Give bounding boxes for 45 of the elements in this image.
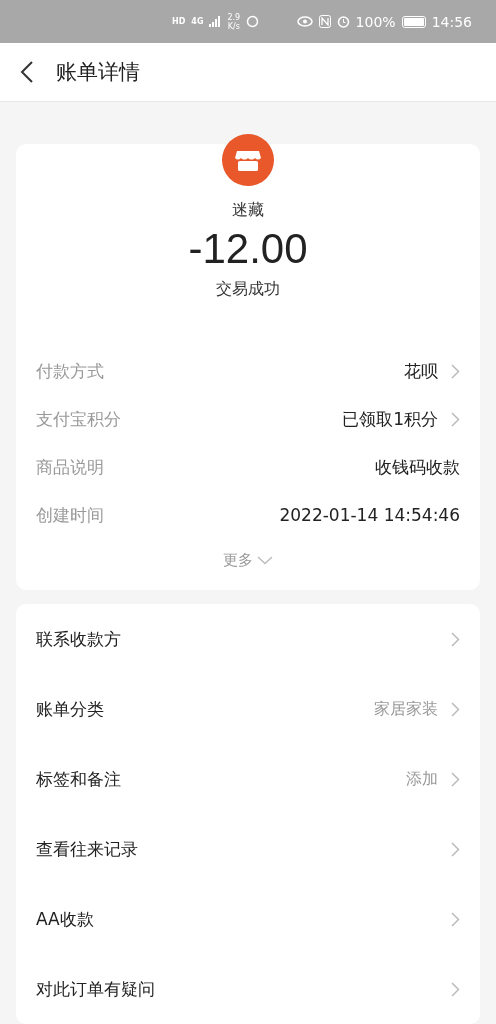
detail-value: 2022-01-14 14:54:46 — [279, 505, 460, 525]
menu-row[interactable]: AA收款 — [16, 884, 480, 954]
speed-unit: K/s — [227, 21, 240, 31]
merchant-name: 迷藏 — [232, 200, 264, 221]
menu-label: 标签和备注 — [36, 767, 122, 791]
nfc-icon — [318, 15, 331, 29]
hd-indicator: HD — [172, 17, 186, 26]
chevron-right-icon — [451, 981, 460, 997]
chevron-right-icon — [451, 631, 460, 647]
menu-label: 对此订单有疑问 — [36, 977, 156, 1001]
chevron-down-icon — [257, 556, 273, 565]
detail-label: 商品说明 — [36, 455, 105, 479]
signal-icon — [209, 16, 222, 28]
chevron-right-icon — [451, 911, 460, 927]
page-title: 账单详情 — [56, 59, 140, 87]
network-indicator: 4G — [191, 17, 204, 26]
menu-row[interactable]: 联系收款方 — [16, 604, 480, 674]
menu-row[interactable]: 查看往来记录 — [16, 814, 480, 884]
detail-value: 花呗 — [404, 359, 438, 383]
amount: -12.00 — [188, 225, 308, 273]
detail-value: 收钱码收款 — [375, 455, 460, 479]
menu-value: 家居家装 — [374, 698, 438, 720]
chevron-right-icon — [451, 771, 460, 787]
menu-row[interactable]: 账单分类 家居家装 — [16, 674, 480, 744]
transaction-status: 交易成功 — [216, 279, 280, 300]
menu-label: 账单分类 — [36, 697, 105, 721]
speed-value: 2.9 — [227, 12, 241, 22]
menu-row[interactable]: 对此订单有疑问 — [16, 954, 480, 1024]
battery-percentage: 100% — [355, 13, 396, 30]
eye-icon — [296, 16, 313, 28]
menu-label: 查看往来记录 — [36, 837, 139, 861]
chevron-right-icon — [451, 841, 460, 857]
alarm-icon — [336, 15, 350, 29]
chevron-right-icon — [451, 701, 460, 717]
detail-label: 付款方式 — [36, 359, 105, 383]
menu-label: 联系收款方 — [36, 627, 122, 651]
menu-label: AA收款 — [36, 907, 95, 931]
detail-value: 已领取1积分 — [342, 407, 438, 431]
detail-label: 支付宝积分 — [36, 407, 122, 431]
menu-value: 添加 — [406, 768, 438, 790]
loading-circle-icon — [246, 15, 260, 29]
menu-row[interactable]: 标签和备注 添加 — [16, 744, 480, 814]
battery-icon — [401, 15, 426, 28]
detail-label: 创建时间 — [36, 503, 105, 527]
clock-time: 14:56 — [431, 13, 472, 30]
